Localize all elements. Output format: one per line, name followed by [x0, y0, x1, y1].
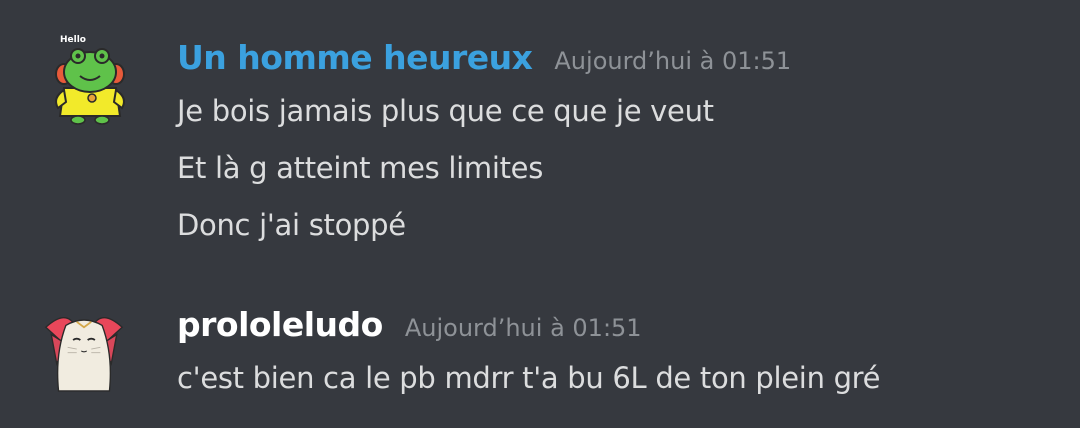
message-text: Donc j'ai stoppé — [177, 208, 406, 242]
author-name[interactable]: Un homme heureux — [177, 38, 533, 77]
message-group-un-homme-heureux: Hello Un homme heureux Aujourd’hui à 01:5… — [0, 0, 1080, 260]
message-header: prololeludo Aujourd’hui à 01:51 — [177, 305, 642, 344]
frog-hello-icon[interactable]: Hello — [40, 30, 140, 130]
timestamp: Aujourd’hui à 01:51 — [404, 314, 642, 342]
anime-cat-icon[interactable] — [34, 300, 134, 400]
svg-text:Hello: Hello — [60, 35, 86, 45]
message-group-prololeludo: prololeludo Aujourd’hui à 01:51 c'est bie… — [0, 260, 1080, 428]
timestamp: Aujourd’hui à 01:51 — [554, 47, 792, 75]
message-text: c'est bien ca le pb mdrr t'a bu 6L de to… — [177, 361, 881, 395]
message-text: Je bois jamais plus que ce que je veut — [177, 94, 714, 128]
author-name[interactable]: prololeludo — [177, 305, 383, 344]
message-header: Un homme heureux Aujourd’hui à 01:51 — [177, 38, 791, 77]
message-text: Et là g atteint mes limites — [177, 151, 544, 185]
